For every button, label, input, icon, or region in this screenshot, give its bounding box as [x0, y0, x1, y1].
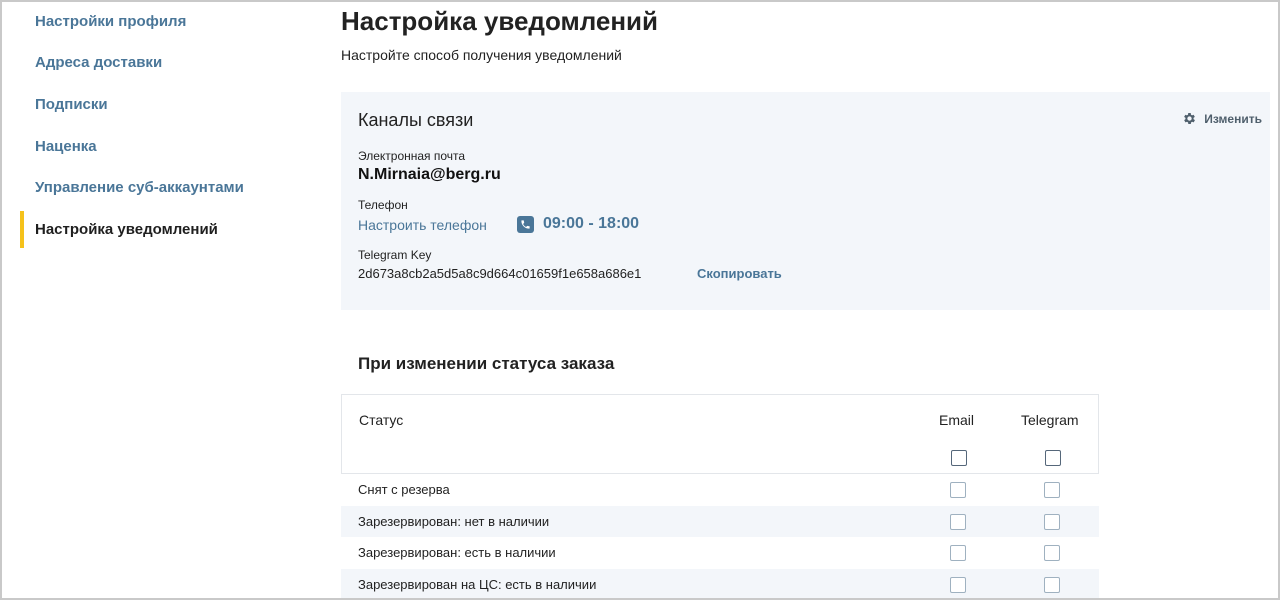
- telegram-key-label: Telegram Key: [358, 248, 432, 262]
- table-row: Зарезервирован: есть в наличии: [341, 537, 1099, 569]
- communication-channels-panel: Каналы связи Изменить Электронная почта …: [341, 92, 1270, 310]
- sidebar-item-sub-accounts[interactable]: Управление суб-аккаунтами: [20, 167, 320, 209]
- select-all-email-checkbox[interactable]: [951, 450, 967, 466]
- phone-hours-text: 09:00 - 18:00: [543, 215, 640, 232]
- sidebar-item-subscriptions[interactable]: Подписки: [20, 84, 320, 126]
- email-checkbox[interactable]: [950, 576, 966, 593]
- sidebar-item-markup[interactable]: Наценка: [20, 125, 320, 167]
- edit-label: Изменить: [1204, 111, 1262, 126]
- order-status-section-title: При изменении статуса заказа: [358, 354, 615, 373]
- page-title: Настройка уведомлений: [341, 6, 659, 36]
- sidebar: Настройки профиля Адреса доставки Подпис…: [20, 0, 320, 250]
- table-row: Зарезервирован: нет в наличии: [341, 505, 1099, 537]
- page-subtitle: Настройте способ получения уведомлений: [341, 47, 622, 63]
- email-checkbox[interactable]: [950, 545, 966, 561]
- row-status-label: Зарезервирован: есть в наличии: [358, 545, 556, 560]
- gear-icon: [1184, 113, 1196, 124]
- sidebar-item-notification-settings[interactable]: Настройка уведомлений: [20, 209, 320, 251]
- email-checkbox[interactable]: [950, 513, 966, 530]
- configure-phone-link[interactable]: Настроить телефон: [358, 217, 487, 233]
- phone-label: Телефон: [358, 198, 408, 212]
- sidebar-item-delivery-addresses[interactable]: Адреса доставки: [20, 42, 320, 84]
- row-status-label: Зарезервирован на ЦС: есть в наличии: [358, 576, 597, 592]
- telegram-key-value: 2d673a8cb2a5d5a8c9d664c01659f1e658a686e1: [358, 266, 642, 281]
- select-all-telegram-checkbox[interactable]: [1045, 450, 1061, 466]
- telegram-checkbox[interactable]: [1044, 576, 1060, 593]
- telegram-checkbox[interactable]: [1044, 513, 1060, 530]
- email-value: N.Mirnaia@berg.ru: [358, 166, 501, 183]
- table-header: Статус Email Telegram: [341, 394, 1099, 474]
- edit-channels-button[interactable]: Изменить: [1182, 111, 1262, 126]
- table-row: Зарезервирован на ЦС: есть в наличии: [341, 568, 1099, 600]
- table-row: Снят с резерва: [341, 474, 1099, 506]
- channels-title: Каналы связи: [358, 110, 474, 130]
- phone-hours: 09:00 - 18:00: [517, 215, 639, 233]
- column-header-telegram: Telegram: [1021, 412, 1079, 428]
- phone-icon: [517, 215, 534, 233]
- copy-telegram-key-button[interactable]: Скопировать: [697, 266, 782, 281]
- telegram-checkbox[interactable]: [1044, 482, 1060, 498]
- email-checkbox[interactable]: [950, 482, 966, 498]
- telegram-checkbox[interactable]: [1044, 545, 1060, 561]
- sidebar-item-profile-settings[interactable]: Настройки профиля: [20, 0, 320, 42]
- row-status-label: Снят с резерва: [358, 482, 450, 497]
- row-status-label: Зарезервирован: нет в наличии: [358, 513, 550, 529]
- email-label: Электронная почта: [358, 149, 466, 163]
- column-header-status: Статус: [359, 412, 404, 428]
- column-header-email: Email: [939, 412, 975, 428]
